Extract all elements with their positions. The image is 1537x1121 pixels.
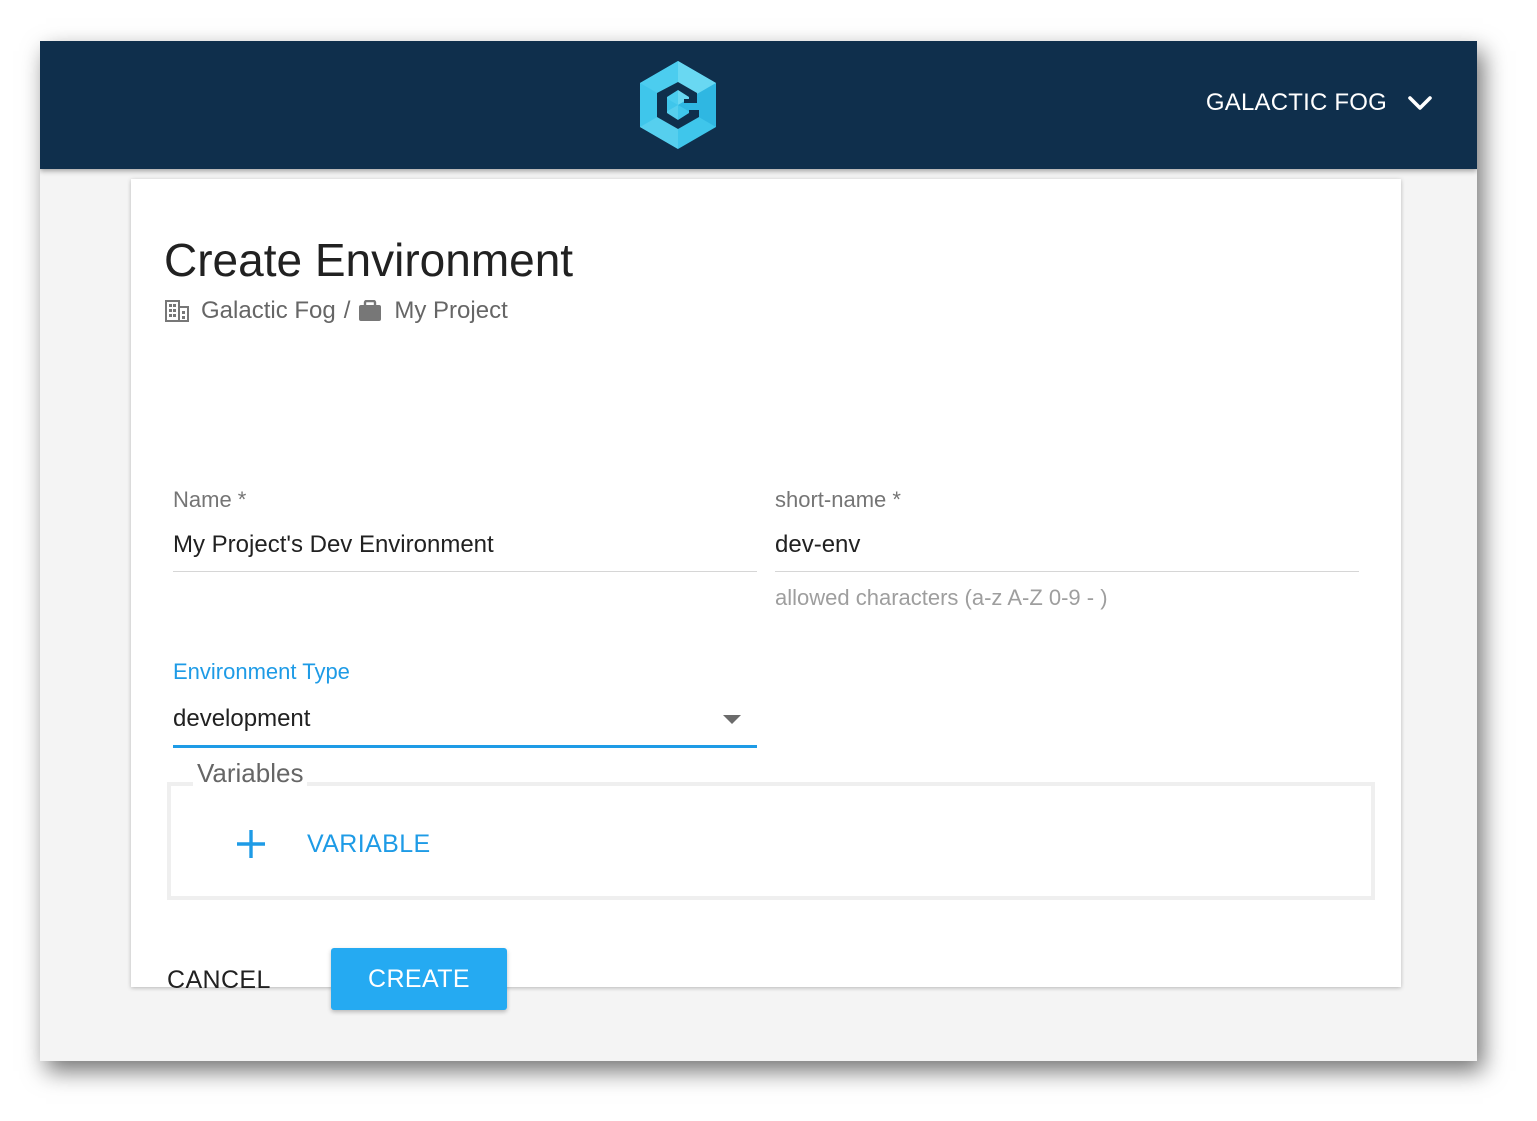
app-window: GALACTIC FOG Create Environment Galactic… [40,41,1477,1061]
short-name-field-label: short-name * [775,487,901,512]
page-title: Create Environment [164,234,574,286]
environment-type-select[interactable]: Environment Type development [173,659,757,749]
short-name-field: short-name * allowed characters (a-z A-Z… [775,487,1359,617]
name-input[interactable] [173,531,757,559]
dropdown-caret-icon[interactable] [723,715,741,724]
variables-legend: Variables [193,758,308,789]
add-variable-label[interactable]: VARIABLE [307,830,431,859]
create-environment-card: Create Environment Galactic Fog / My Pro [131,179,1401,1010]
briefcase-icon [359,300,382,321]
breadcrumb-project[interactable]: My Project [394,297,507,325]
galactic-fog-logo[interactable] [637,59,719,151]
variables-section: Variables VARIABLE [167,758,1375,900]
short-name-helper-text: allowed characters (a-z A-Z 0-9 - ) [775,585,1108,610]
org-menu-label[interactable]: GALACTIC FOG [1206,89,1387,117]
chevron-down-icon[interactable] [1407,94,1433,112]
name-field-underline [173,571,757,572]
environment-type-label: Environment Type [173,659,350,684]
name-field-label: Name * [173,487,247,512]
create-button[interactable]: CREATE [331,948,507,1010]
short-name-input[interactable] [775,531,1359,559]
breadcrumb-separator: / [343,297,351,324]
environment-type-value[interactable]: development [173,705,757,733]
add-variable-button[interactable]: VARIABLE [235,828,431,860]
breadcrumb-org[interactable]: Galactic Fog [201,297,336,325]
app-header: GALACTIC FOG [40,41,1477,169]
cancel-button[interactable]: CANCEL [149,949,289,1011]
breadcrumb: Galactic Fog / My Project [165,297,508,325]
building-icon [165,300,189,322]
org-menu[interactable]: GALACTIC FOG [1206,85,1433,121]
environment-type-underline [173,745,757,748]
name-field: Name * [173,487,757,573]
plus-icon[interactable] [235,828,267,860]
short-name-field-underline [775,571,1359,572]
